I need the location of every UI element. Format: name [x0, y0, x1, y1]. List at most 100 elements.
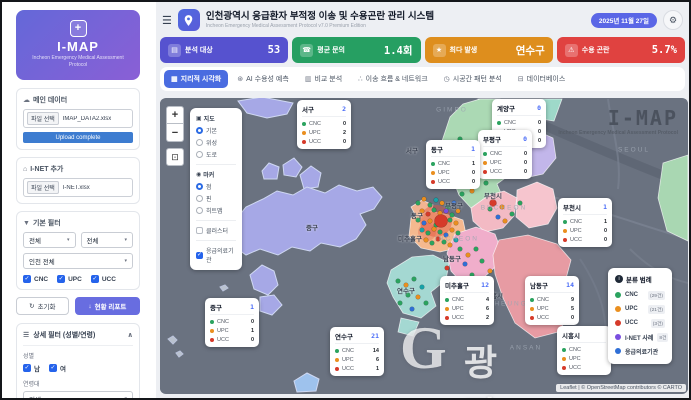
checkbox-item[interactable]: UCC: [91, 275, 116, 283]
tab-network[interactable]: ∴ 이송 흐름 & 네트워크: [351, 70, 435, 88]
district-label: 미추홀구: [398, 233, 422, 243]
tab-spatiotemporal[interactable]: ◷ 시공간 패턴 분석: [437, 70, 509, 88]
stats-row: ▤ 분석 대상 53 ☎ 평균 문의 1.4회 ★ 최다 발생 연수구 ⚠ 수용…: [160, 37, 685, 63]
tab-ai[interactable]: ⊛ AI 수용성 예측: [230, 70, 296, 88]
checkbox-item[interactable]: 여: [49, 363, 66, 373]
popup-stat-row: UPC 0: [563, 226, 607, 235]
cluster-checkbox[interactable]: 클러스터: [196, 226, 236, 235]
popup-stat-row: UPC 0: [431, 168, 475, 177]
category-dot-icon: [302, 131, 306, 135]
category-dot-icon: [562, 348, 566, 352]
popup-stat-row: UCC 0: [483, 167, 527, 176]
checkbox-item[interactable]: 남: [23, 363, 40, 373]
report-button[interactable]: ↓ 현황 리포트: [75, 297, 140, 315]
tab-icon: ◷: [444, 75, 450, 83]
filter-select-2[interactable]: 전체▾: [81, 232, 134, 248]
popup-total-count: 21: [371, 332, 379, 340]
category-dot-icon: [530, 298, 534, 302]
stat-label: 평균 문의: [317, 45, 345, 55]
map-pin-logo-icon: [178, 9, 200, 31]
district-popup: 부천시 1 CNC 1 UPC 0 UCC 0: [558, 198, 612, 247]
checkbox-item[interactable]: CNC: [23, 275, 48, 283]
category-dot-icon: [562, 357, 566, 361]
popup-district-name: 부평구: [483, 134, 501, 144]
detail-filter-header[interactable]: ☰ 상세 필터 (성별/연령) ∧: [23, 330, 133, 346]
inet-file-select-button[interactable]: 파일 선택: [27, 181, 59, 194]
popup-stat-row: CNC 0: [302, 119, 346, 128]
settings-button[interactable]: ⚙: [663, 10, 683, 30]
checkbox-item[interactable]: UPC: [57, 275, 82, 283]
popup-total-count: 0: [523, 135, 527, 143]
fullscreen-button[interactable]: ⊡: [166, 148, 184, 166]
zoom-out-button[interactable]: −: [166, 124, 184, 142]
district-label: 연수구: [397, 285, 415, 295]
age-select[interactable]: 전체▾: [23, 391, 133, 398]
marker-icon: ◉: [196, 171, 201, 178]
legend-title: 분류 범례: [626, 274, 652, 284]
filter-select-1[interactable]: 전체▾: [23, 232, 76, 248]
category-dot-icon: [210, 329, 214, 333]
popup-district-name: 동구: [431, 144, 443, 154]
popup-stat-row: UCC 0: [530, 313, 574, 322]
tab-icon: ⊟: [518, 75, 524, 83]
tab-database[interactable]: ⊟ 데이터베이스: [511, 70, 573, 88]
category-dot-icon: [615, 320, 621, 326]
popup-stat-row: UPC 5: [530, 304, 574, 313]
city-label: ANSAN: [510, 345, 542, 352]
legend-row: CNC (29건): [615, 288, 665, 302]
map-attribution[interactable]: Leaflet | © OpenStreetMap contributors ©…: [556, 384, 686, 392]
city-label: SEOUL: [618, 147, 650, 154]
district-popup: 남동구 14 CNC 9 UPC 5 UCC 0: [525, 276, 579, 325]
app-logo: + I-MAP Incheon Emergency Medical Assess…: [16, 10, 140, 80]
category-dot-icon: [483, 161, 487, 165]
popup-stat-row: UCC 0: [210, 335, 254, 344]
district-popup: 중구 1 CNC 0 UPC 1 UCC 0: [205, 298, 259, 347]
category-dot-icon: [615, 306, 621, 312]
category-dot-icon: [483, 170, 487, 174]
popup-stat-row: UCC 0: [431, 177, 475, 186]
inet-title: I-NET 추가: [30, 164, 63, 174]
popup-stat-row: CNC 0: [497, 118, 541, 127]
menu-icon[interactable]: ☰: [162, 14, 172, 27]
radio-item[interactable]: 점: [196, 182, 236, 191]
legend-row: UCC (3건): [615, 316, 665, 330]
basic-filter-panel: ▼ 기본 필터 전체▾ 전체▾ 인천 전체▾ CNCUPCUCC: [16, 211, 140, 290]
radio-item[interactable]: 히트맵: [196, 206, 236, 215]
main-data-panel: ☁ 메인 데이터 파일 선택 IMAP_DATA2.xlsx Upload co…: [16, 88, 140, 150]
map-canvas[interactable]: + − ⊡ ▣ 지도 기본위성도로 ◉ 마커 점핀히트맵 클러스터 응급의료기관: [160, 98, 688, 394]
basic-filter-title: 기본 필터: [33, 218, 61, 228]
type-checkbox-group: CNC UPC UCC: [23, 275, 133, 283]
emergency-facility-checkbox[interactable]: 응급의료기관: [196, 246, 236, 264]
category-dot-icon: [445, 298, 449, 302]
radio-item[interactable]: 위성: [196, 138, 236, 147]
district-label: 남동구: [443, 253, 461, 263]
radio-item[interactable]: 핀: [196, 194, 236, 203]
chevron-down-icon: ▾: [124, 258, 127, 264]
zoom-in-button[interactable]: +: [166, 106, 184, 124]
city-label: GIMPO: [436, 107, 468, 114]
popup-stat-row: CNC 1: [563, 217, 607, 226]
category-dot-icon: [335, 367, 339, 371]
popup-district-name: 남동구: [530, 280, 548, 290]
main-data-file-select-button[interactable]: 파일 선택: [27, 112, 59, 125]
radio-item[interactable]: 기본: [196, 126, 236, 135]
tab-geo[interactable]: ▦ 지리적 시각화: [164, 70, 228, 88]
district-popup: 부평구 0 CNC 0 UPC 0 UCC 0: [478, 130, 532, 179]
stat-icon: ★: [433, 44, 446, 57]
category-dot-icon: [431, 180, 435, 184]
stat-icon: ⚠: [565, 44, 578, 57]
category-dot-icon: [335, 358, 339, 362]
stat-label: 분석 대상: [185, 45, 213, 55]
popup-stat-row: UCC: [562, 363, 606, 372]
category-dot-icon: [210, 338, 214, 342]
category-dot-icon: [615, 292, 621, 298]
chevron-down-icon: ▾: [124, 396, 127, 398]
tab-icon: ▦: [171, 75, 178, 83]
radio-item[interactable]: 도로: [196, 150, 236, 159]
tab-compare[interactable]: ▥ 비교 분석: [298, 70, 349, 88]
region-select[interactable]: 인천 전체▾: [23, 253, 133, 269]
stat-card: ▤ 분석 대상 53: [160, 37, 288, 63]
tab-icon: ∴: [358, 75, 362, 83]
popup-total-count: 2: [342, 105, 346, 113]
reset-button[interactable]: ↻ 초기화: [16, 297, 69, 315]
